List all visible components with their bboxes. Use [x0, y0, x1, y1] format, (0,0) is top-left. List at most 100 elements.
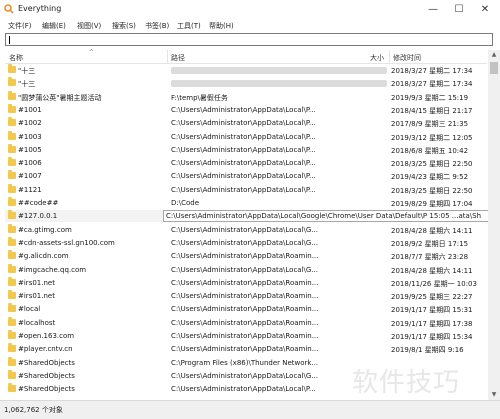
row-modified-date: 2019/9/25 星期三 22:27 [391, 293, 473, 302]
table-row[interactable]: "圆梦蒲公英"暑期主题活动 F:\temp\暑假任务 2019/9/3 星期二 15… [5, 90, 487, 103]
table-row[interactable]: #ca.gtimg.com C:\Users\Administrator\AppD… [5, 223, 487, 236]
table-row[interactable]: #g.alicdn.com C:\Users\Administrator\AppD… [5, 250, 487, 262]
folder-icon [8, 356, 16, 366]
row-path: C:\Users\Administrator\AppData\Local\P..… [171, 132, 316, 141]
row-name: #imgcache.qq.com [18, 265, 87, 274]
folder-icon [8, 369, 16, 379]
scroll-down-icon[interactable]: ▼ [488, 390, 500, 400]
row-modified-date: 2018/3/25 星期日 22:50 [391, 160, 473, 169]
folder-icon [8, 197, 16, 206]
sort-ascending-icon: ^ [89, 49, 95, 56]
table-row[interactable]: ##code## D:\Code 2019/8/29 星期四 17:04 [5, 197, 487, 209]
table-row[interactable]: #local C:\Users\Administrator\AppData\Roa… [5, 303, 487, 315]
row-name: #SharedObjects [18, 358, 75, 367]
row-name: #1006 [18, 159, 42, 168]
folder-icon [8, 103, 16, 113]
menu-file[interactable]: 文件(F) [8, 21, 32, 31]
folder-icon [8, 316, 16, 326]
row-name: #local [18, 305, 41, 314]
folder-icon [8, 64, 16, 73]
table-row[interactable]: #1005 C:\Users\Administrator\AppData\Loca… [5, 143, 487, 156]
folder-icon [8, 236, 16, 246]
row-modified-date: 2018/7/7 星期六 23:28 [391, 253, 469, 262]
row-path: C:\Users\Administrator\AppData\Roamin... [171, 305, 319, 314]
folder-icon [8, 117, 16, 127]
column-header-name[interactable]: 名称 [9, 53, 23, 63]
menu-view[interactable]: 视图(V) [77, 21, 101, 31]
folder-icon [8, 263, 16, 273]
row-path: F:\temp\暑假任务 [171, 93, 228, 102]
row-modified-date: 2019/4/23 星期二 9:52 [391, 173, 469, 182]
row-path: C:\Users\Administrator\AppData\Local\P..… [171, 185, 316, 194]
row-name: #cdn-assets-ssl.gn100.com [18, 238, 115, 247]
menu-edit[interactable]: 编辑(E) [42, 21, 66, 31]
column-divider[interactable] [389, 50, 390, 63]
row-path: C:\Users\Administrator\AppData\Roamin... [171, 332, 319, 340]
row-modified-date: 2018/3/27 星期二 17:34 [391, 80, 473, 89]
row-modified-date: 2018/9/2 星期日 17:15 [391, 239, 469, 248]
folder-icon [8, 250, 16, 260]
scroll-thumb[interactable] [490, 62, 498, 74]
vertical-scrollbar[interactable]: ▲ ▼ [488, 50, 500, 400]
row-path: C:\Users\Administrator\AppData\Roamin... [171, 252, 319, 261]
folder-icon [8, 383, 16, 393]
close-button[interactable]: ✕ [472, 0, 498, 19]
search-input[interactable] [5, 33, 493, 46]
row-modified-date: 2019/1/17 星期四 17:38 [391, 319, 473, 328]
table-row[interactable]: #1007 C:\Users\Administrator\AppData\Loca… [5, 170, 487, 182]
table-row[interactable]: #1003 C:\Users\Administrator\AppData\Loca… [5, 130, 487, 143]
folder-icon [8, 130, 16, 140]
maximize-button[interactable]: ☐ [446, 0, 472, 19]
table-row[interactable]: #cdn-assets-ssl.gn100.com C:\Users\Admini… [5, 236, 487, 249]
table-row[interactable]: #1006 C:\Users\Administrator\AppData\Loca… [5, 157, 487, 169]
row-name: #127.0.0.1 [18, 212, 58, 221]
folder-icon [8, 276, 16, 286]
column-header-row: 名称 ^ 路径 大小 修改时间 [5, 49, 487, 64]
table-row[interactable]: #localhost C:\Users\Administrator\AppData… [5, 316, 487, 329]
row-path: C:\Users\Administrator\AppData\Local\G..… [171, 265, 318, 274]
row-path: C:\Users\Administrator\AppData\Local\P..… [171, 145, 316, 154]
minimize-button[interactable]: — [420, 0, 446, 19]
row-path: C:\Users\Administrator\AppData\Local\P..… [171, 172, 316, 181]
row-name: #SharedObjects [18, 385, 75, 394]
row-path: C:\Users\Administrator\AppData\Local\G..… [171, 238, 318, 247]
row-name: #1001 [18, 105, 42, 114]
table-row[interactable]: #1121 C:\Users\Administrator\AppData\Loca… [5, 183, 487, 196]
table-row[interactable]: #1001 C:\Users\Administrator\AppData\Loca… [5, 103, 487, 116]
menu-tools[interactable]: 工具(T) [177, 21, 201, 31]
row-path: C:\Users\Administrator\AppData\Local\P..… [171, 105, 316, 114]
menu-search[interactable]: 搜索(S) [112, 21, 136, 31]
table-row[interactable]: "十三 文件 2018/3/27 星期二 17:34 [5, 77, 487, 89]
table-row[interactable]: #imgcache.qq.com C:\Users\Administrator\A… [5, 263, 487, 276]
row-modified-date: 2017/8/9 星期三 21:35 [391, 120, 469, 129]
table-row[interactable]: #player.cntv.cn C:\Users\Administrator\Ap… [5, 343, 487, 355]
object-count: 1,062,762 个对象 [4, 406, 63, 414]
column-header-date[interactable]: 修改时间 [393, 53, 421, 63]
scroll-up-icon[interactable]: ▲ [488, 50, 500, 60]
table-row[interactable]: #irs01.net C:\Users\Administrator\AppData… [5, 276, 487, 289]
row-modified-date: 2018/11/26 星期一 10:03 [391, 279, 477, 288]
row-name: #irs01.net [18, 292, 55, 301]
folder-icon [8, 90, 16, 100]
table-row[interactable]: #open.163.com C:\Users\Administrator\AppD… [5, 330, 487, 342]
table-row[interactable]: #irs01.net C:\Users\Administrator\AppData… [5, 290, 487, 302]
row-name: #1005 [18, 145, 42, 154]
column-divider[interactable] [167, 50, 168, 63]
row-modified-date: 2019/3/12 星期二 12:05 [391, 133, 473, 142]
row-path: C:\Users\Administrator\AppData\Local\G..… [171, 225, 318, 234]
row-modified-date: 2019/8/1 星期四 9:16 [391, 346, 464, 355]
row-modified-date: 2019/1/17 星期四 15:34 [391, 333, 473, 341]
row-path: C:\Users\Administrator\AppData\Roamin... [171, 318, 319, 327]
column-header-size[interactable]: 大小 [370, 53, 384, 63]
column-header-path[interactable]: 路径 [171, 53, 185, 63]
row-modified-date: 2018/3/27 星期二 17:34 [391, 67, 473, 75]
table-row[interactable]: #1002 C:\Users\Administrator\AppData\Loca… [5, 117, 487, 129]
table-row[interactable]: "十三 2018/3/27 星期二 17:34 [5, 64, 487, 76]
row-name: #open.163.com [18, 332, 75, 340]
menu-help[interactable]: 帮助(H) [209, 21, 234, 31]
folder-icon [8, 290, 16, 300]
row-modified-date: 2018/4/28 星期六 14:11 [391, 226, 473, 235]
folder-icon [8, 210, 16, 220]
row-name: #localhost [18, 318, 56, 327]
menu-bookmarks[interactable]: 书签(B) [145, 21, 169, 31]
